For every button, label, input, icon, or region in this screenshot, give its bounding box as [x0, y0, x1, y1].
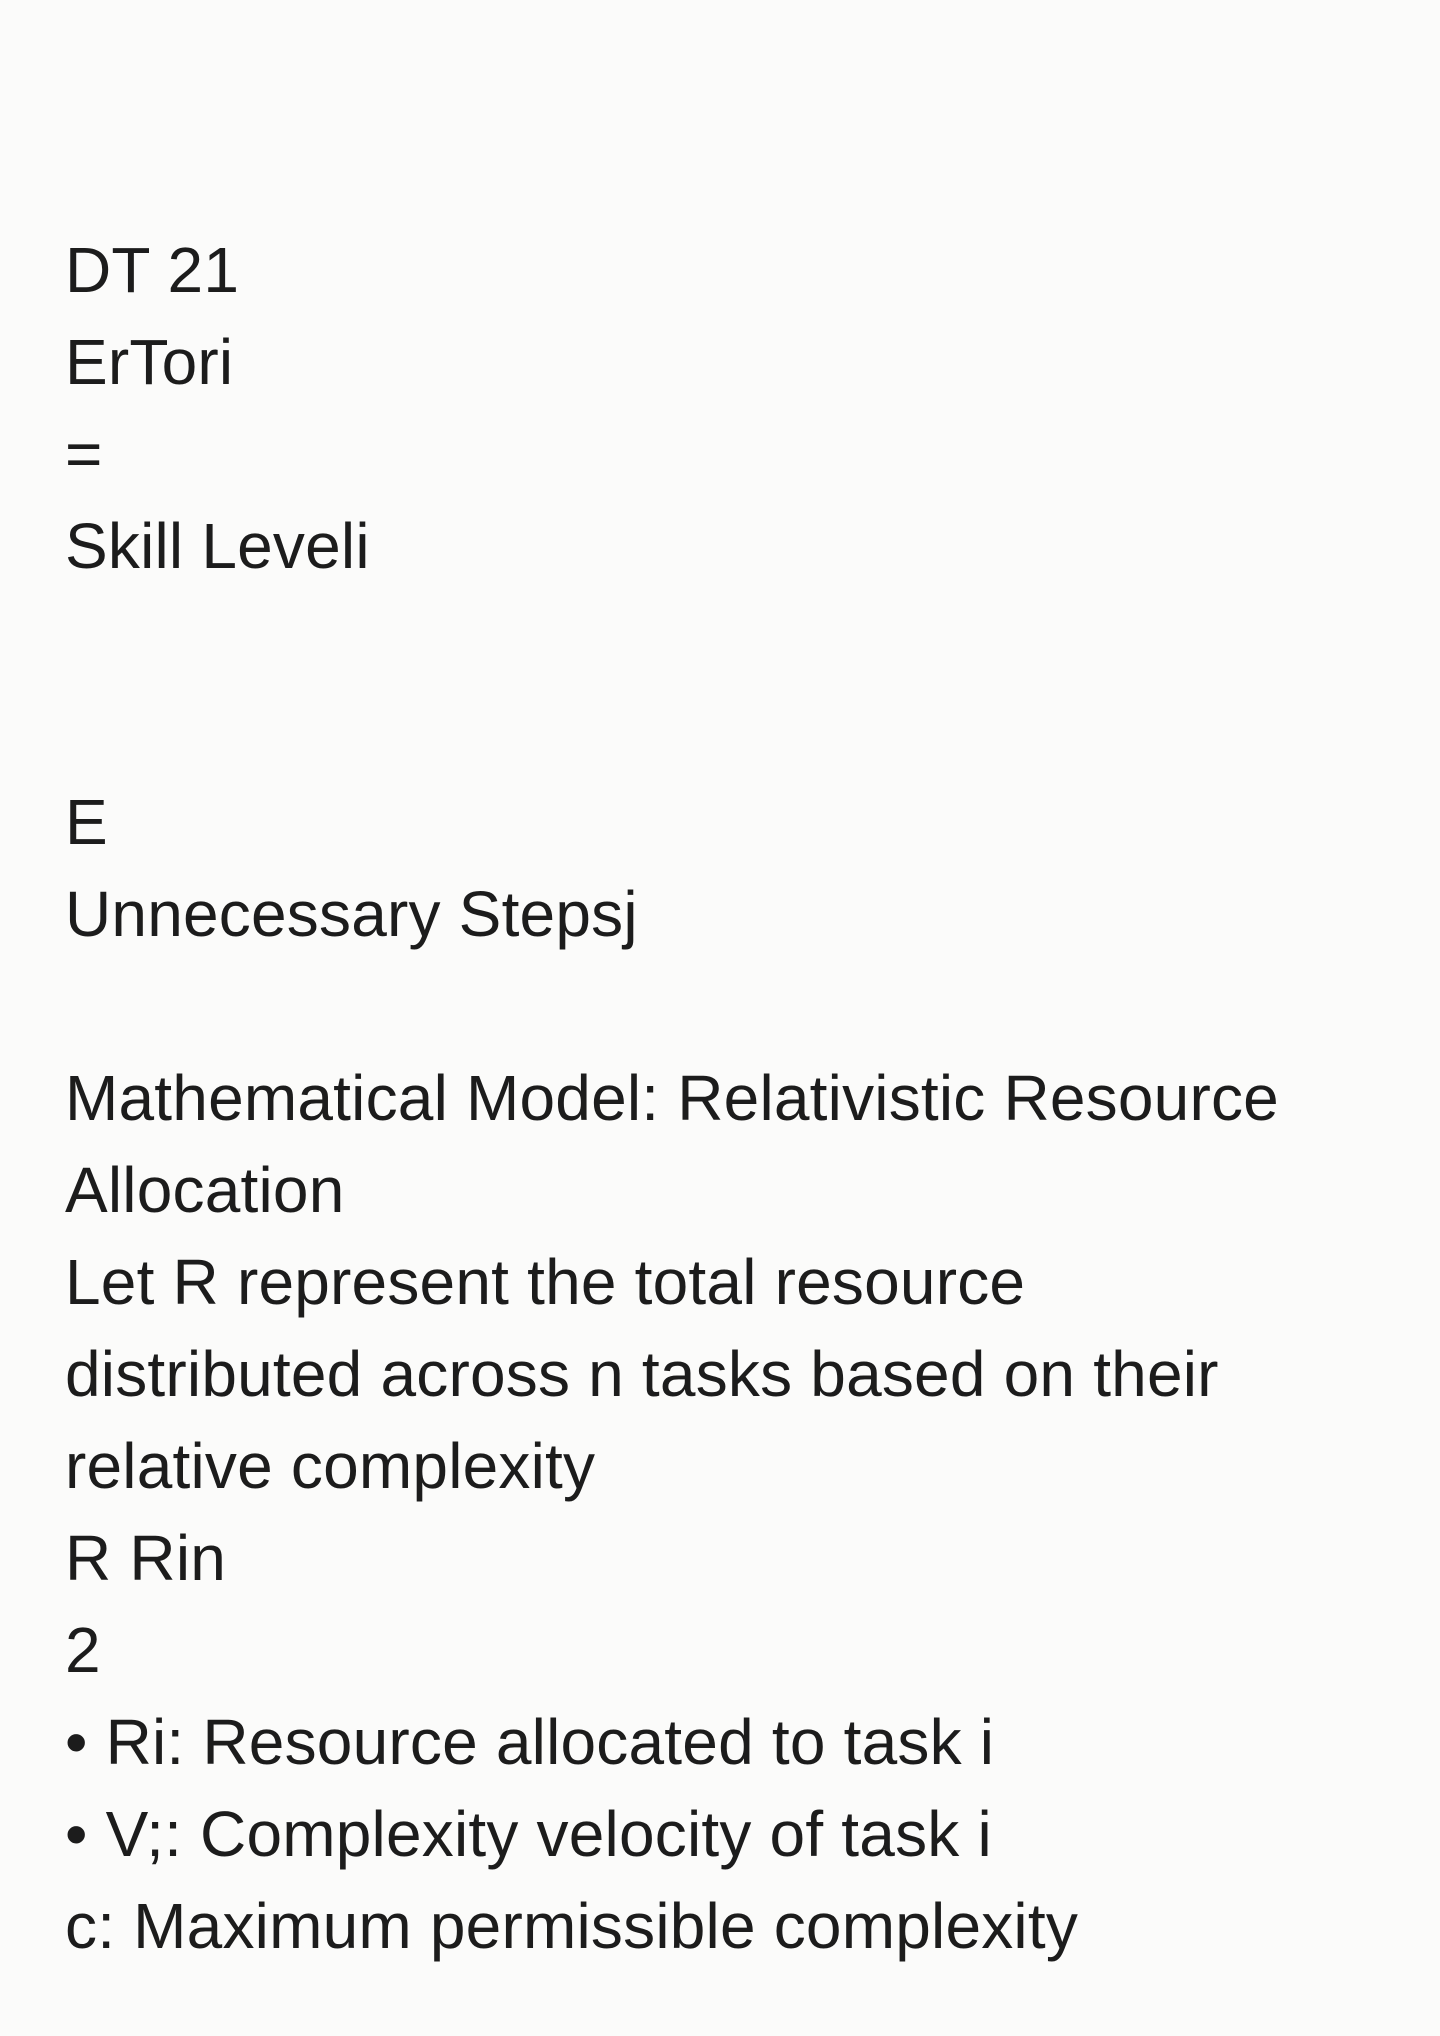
text-line-8: Allocation	[65, 1154, 345, 1226]
text-line-16: c: Maximum permissible complexity	[65, 1890, 1079, 1962]
text-line-7: Mathematical Model: Relativistic Resourc…	[65, 1062, 1279, 1134]
text-line-2: ErTori	[65, 326, 234, 398]
text-line-3: =	[65, 418, 103, 490]
text-line-4: Skill Leveli	[65, 510, 370, 582]
text-line-1: DT 21	[65, 234, 240, 306]
text-line-14: • Ri: Resource allocated to task i	[65, 1706, 995, 1778]
text-line-10: distributed across n tasks based on thei…	[65, 1338, 1219, 1410]
text-line-5: E	[65, 786, 108, 858]
text-line-6: Unnecessary Stepsj	[65, 878, 638, 950]
text-line-13: 2	[65, 1614, 101, 1686]
text-line-12: R Rin	[65, 1522, 227, 1594]
text-line-9: Let R represent the total resource	[65, 1246, 1026, 1318]
text-line-15: • V;: Complexity velocity of task i	[65, 1798, 992, 1870]
document-page: DT 21 ErTori = Skill Leveli E Unnecessar…	[0, 0, 1440, 2036]
text-line-11: relative complexity	[65, 1430, 596, 1502]
